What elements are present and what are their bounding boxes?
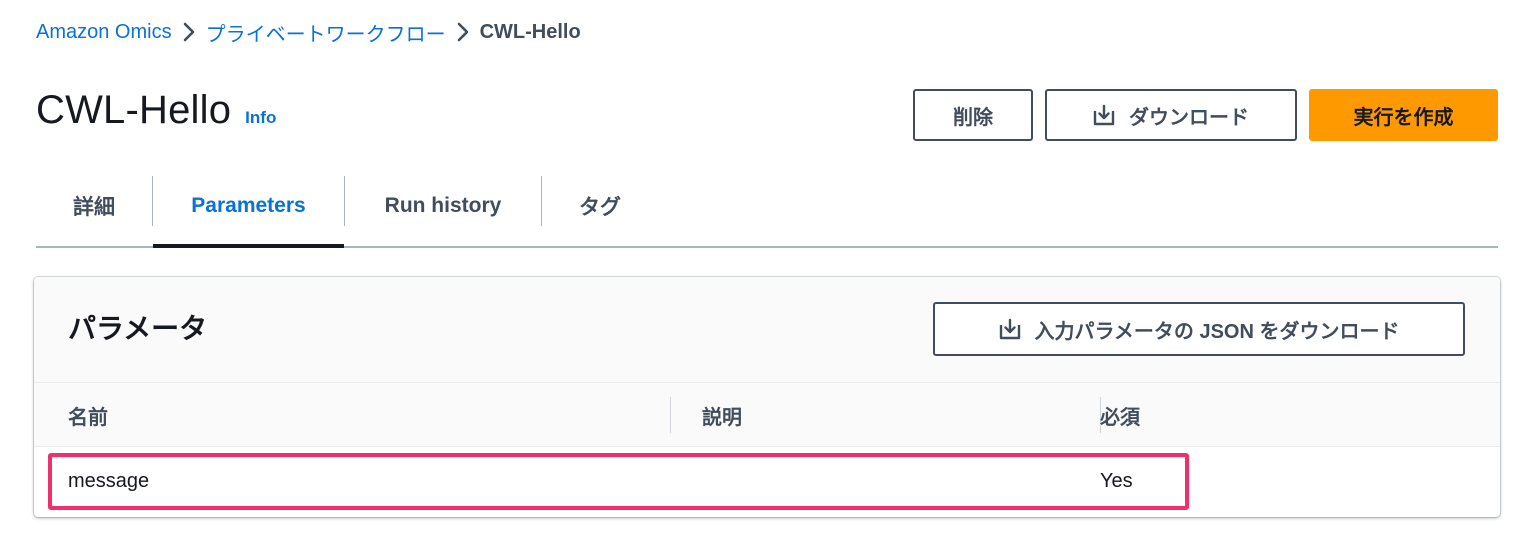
- download-button-label: ダウンロード: [1129, 106, 1249, 129]
- table-row: message Yes: [34, 448, 1500, 514]
- parameter-name-cell: message: [68, 469, 150, 492]
- create-run-button-label: 実行を作成: [1353, 106, 1454, 129]
- column-header-required[interactable]: 必須: [1100, 383, 1140, 447]
- page-header: CWL-Hello Info: [36, 88, 276, 144]
- download-button[interactable]: ダウンロード: [1045, 89, 1297, 141]
- info-link[interactable]: Info: [245, 108, 276, 128]
- parameters-title: パラメータ: [68, 313, 208, 344]
- tab-tags[interactable]: タグ: [542, 166, 658, 246]
- breadcrumb: Amazon Omics プライベートワークフロー CWL-Hello: [36, 18, 581, 46]
- column-header-name[interactable]: 名前: [68, 383, 108, 447]
- column-header-description[interactable]: 説明: [702, 383, 742, 447]
- create-run-button[interactable]: 実行を作成: [1309, 89, 1498, 141]
- breadcrumb-current: CWL-Hello: [479, 20, 581, 43]
- tab-parameters[interactable]: Parameters: [153, 166, 344, 248]
- download-json-button-label: 入力パラメータの JSON をダウンロード: [1034, 320, 1400, 343]
- chevron-right-icon: [172, 18, 206, 46]
- parameters-header: パラメータ 入力パラメータの JSON をダウンロード: [34, 277, 1500, 383]
- download-json-button[interactable]: 入力パラメータの JSON をダウンロード: [933, 302, 1465, 356]
- tab-run-history[interactable]: Run history: [345, 166, 541, 246]
- page-title: CWL-Hello: [36, 88, 232, 132]
- tab-bar: 詳細 Parameters Run history タグ: [36, 166, 1498, 248]
- delete-button[interactable]: 削除: [913, 89, 1033, 141]
- workflow-detail-page: Amazon Omics プライベートワークフロー CWL-Hello CWL-…: [0, 0, 1536, 535]
- download-icon: [999, 318, 1021, 340]
- parameters-container: パラメータ 入力パラメータの JSON をダウンロード 名前 説明 必須 mes…: [34, 277, 1500, 517]
- parameter-required-cell: Yes: [1100, 469, 1133, 492]
- column-divider[interactable]: [670, 397, 671, 433]
- delete-button-label: 削除: [953, 106, 993, 129]
- breadcrumb-item-private-workflows[interactable]: プライベートワークフロー: [206, 18, 446, 47]
- tab-details[interactable]: 詳細: [36, 166, 152, 246]
- breadcrumb-item-amazon-omics[interactable]: Amazon Omics: [36, 21, 172, 44]
- chevron-right-icon: [446, 18, 480, 46]
- parameters-table-header: 名前 説明 必須: [34, 383, 1500, 447]
- download-icon: [1093, 104, 1115, 126]
